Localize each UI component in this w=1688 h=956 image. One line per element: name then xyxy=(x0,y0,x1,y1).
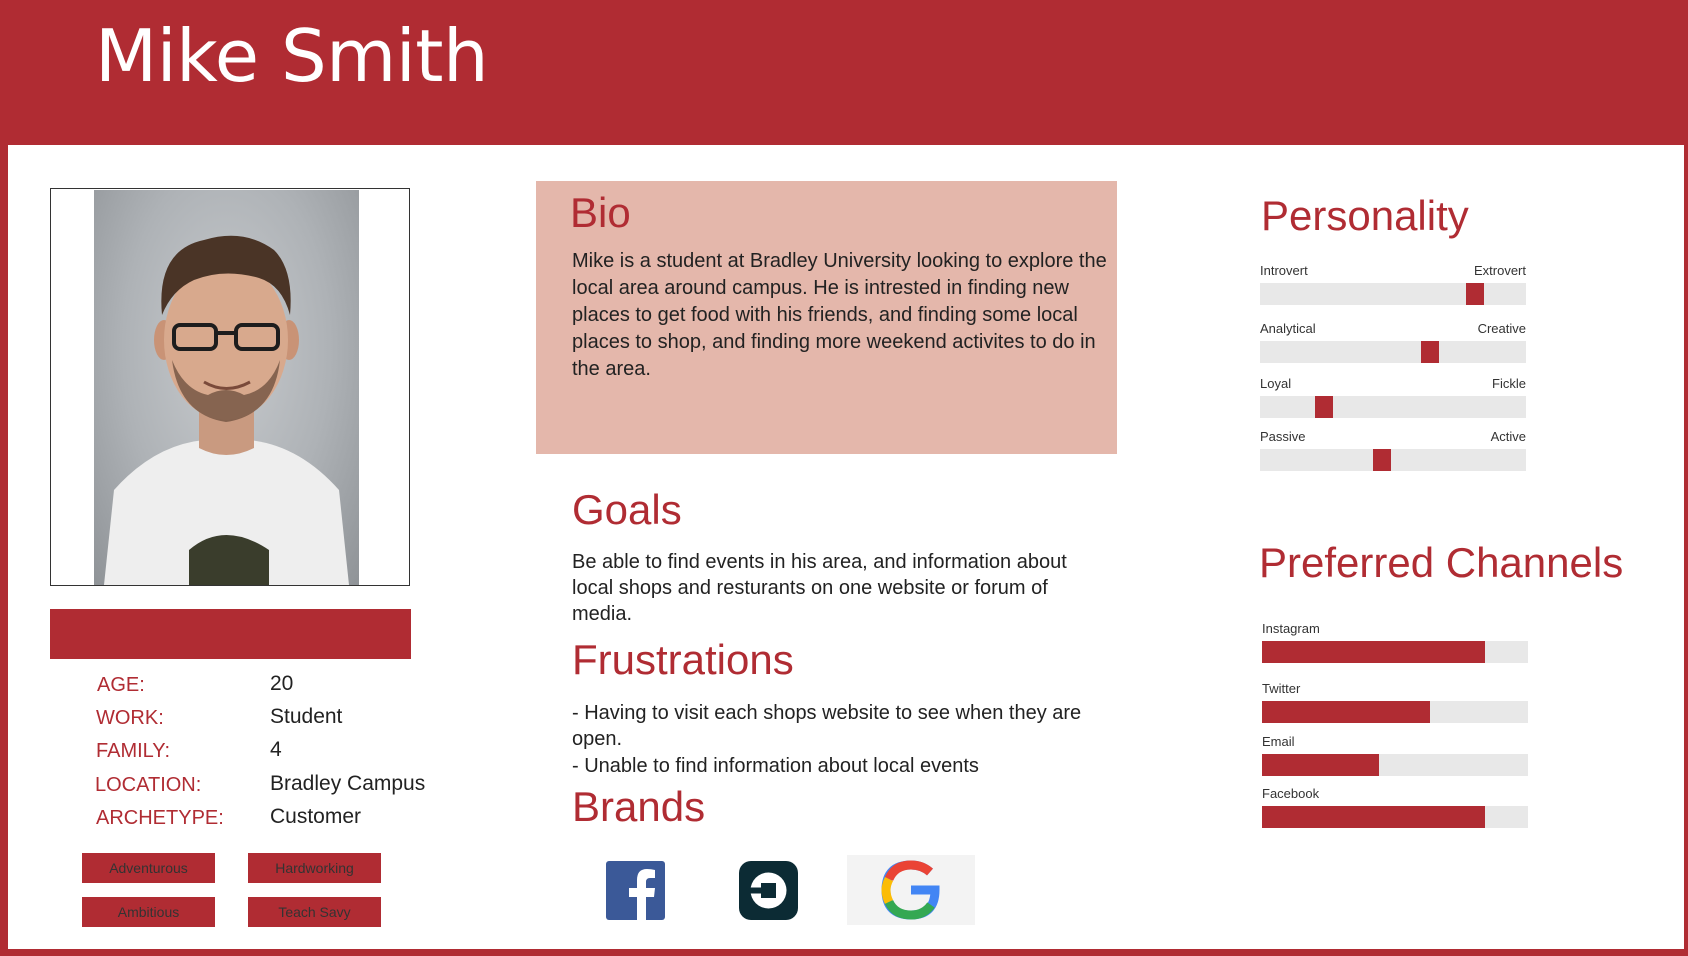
trait-track xyxy=(1260,283,1526,305)
info-value: Bradley Campus xyxy=(270,772,426,795)
channel-bar-instagram: Instagram xyxy=(1262,621,1528,667)
persona-name: Mike Smith xyxy=(95,14,489,98)
bio-title: Bio xyxy=(570,189,631,236)
channel-track xyxy=(1262,701,1528,723)
frustration-item: - Having to visit each shops website to … xyxy=(572,702,1082,750)
channel-label: Twitter xyxy=(1262,681,1301,696)
trait-marker xyxy=(1421,341,1440,363)
persona-card: Mike Smith AGE: 20 WORK: Student FAMILY:… xyxy=(8,8,1684,949)
trait-slider-loyal-fickle: Loyal Fickle xyxy=(1260,376,1526,422)
trait-left-label: Analytical xyxy=(1260,321,1316,336)
frustration-item: - Unable to find information about local… xyxy=(572,755,979,777)
info-label: AGE: xyxy=(97,674,145,696)
tag-adventurous: Adventurous xyxy=(82,853,215,883)
trait-left-label: Introvert xyxy=(1260,263,1308,278)
trait-left-label: Loyal xyxy=(1260,376,1292,391)
goals-title: Goals xyxy=(572,486,682,533)
tag-hardworking: Hardworking xyxy=(248,853,381,883)
tag-teach-savy: Teach Savy xyxy=(248,897,381,927)
channel-label: Instagram xyxy=(1262,621,1320,636)
tag-ambitious: Ambitious xyxy=(82,897,215,927)
info-label: LOCATION: xyxy=(95,774,202,796)
trait-marker xyxy=(1373,449,1392,471)
channel-fill xyxy=(1262,641,1486,663)
trait-track xyxy=(1260,396,1526,418)
trait-marker xyxy=(1466,283,1485,305)
channel-track xyxy=(1262,641,1528,663)
photo-caption-bar xyxy=(50,609,411,659)
info-value: Student xyxy=(270,705,343,728)
trait-right-label: Creative xyxy=(1477,321,1526,336)
profile-photo-frame xyxy=(50,188,410,586)
channels-title: Preferred Channels xyxy=(1259,539,1624,586)
info-label: ARCHETYPE: xyxy=(96,807,224,829)
info-label: FAMILY: xyxy=(96,740,171,762)
trait-right-label: Fickle xyxy=(1492,376,1526,391)
trait-right-label: Extrovert xyxy=(1473,263,1526,278)
frustrations-title: Frustrations xyxy=(572,636,794,683)
channel-bar-facebook: Facebook xyxy=(1262,786,1528,832)
brands-title: Brands xyxy=(572,783,706,830)
trait-left-label: Passive xyxy=(1260,429,1306,444)
channel-bar-email: Email xyxy=(1262,734,1528,780)
channel-fill xyxy=(1262,806,1486,828)
trait-marker xyxy=(1314,396,1333,418)
uber-logo xyxy=(739,861,798,920)
channel-bar-twitter: Twitter xyxy=(1262,681,1528,727)
personality-title: Personality xyxy=(1261,192,1469,239)
info-value: 20 xyxy=(270,672,294,695)
google-logo xyxy=(847,855,975,925)
channel-label: Facebook xyxy=(1262,786,1320,801)
channel-label: Email xyxy=(1262,734,1295,749)
info-value: 4 xyxy=(270,738,282,761)
goals-text: Be able to find events in his area, and … xyxy=(572,551,1067,625)
facebook-logo xyxy=(606,861,665,920)
trait-track xyxy=(1260,449,1526,471)
info-label: WORK: xyxy=(96,707,164,729)
channel-track xyxy=(1262,806,1528,828)
info-value: Customer xyxy=(270,805,362,828)
trait-slider-passive-active: Passive Active xyxy=(1260,429,1526,475)
trait-track xyxy=(1260,341,1526,363)
channel-track xyxy=(1262,754,1528,776)
bio-section: Bio Mike is a student at Bradley Univers… xyxy=(536,181,1117,454)
trait-right-label: Active xyxy=(1490,429,1526,444)
bio-text: Mike is a student at Bradley University … xyxy=(572,250,1107,380)
channel-fill xyxy=(1262,754,1380,776)
trait-slider-analytical-creative: Analytical Creative xyxy=(1260,321,1526,367)
channel-fill xyxy=(1262,701,1430,723)
profile-photo xyxy=(94,190,359,585)
header-banner: Mike Smith xyxy=(8,8,1684,145)
trait-slider-introvert-extrovert: Introvert Extrovert xyxy=(1260,263,1526,309)
